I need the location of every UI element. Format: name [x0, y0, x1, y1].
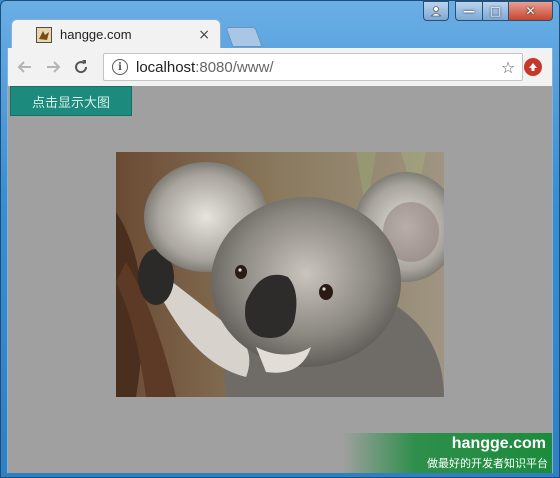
tab-hangge[interactable]: hangge.com × [11, 19, 221, 49]
arrow-right-icon [47, 61, 61, 73]
site-info-icon[interactable]: i [112, 59, 128, 75]
maximize-button[interactable]: □ [483, 1, 509, 21]
address-bar[interactable]: i localhost:8080/www/ ☆ [103, 53, 523, 81]
window-controls: — □ ✕ [423, 1, 553, 21]
koala-image [116, 152, 444, 397]
bookmark-star-icon[interactable]: ☆ [498, 58, 518, 77]
close-icon: ✕ [525, 4, 536, 18]
url-host: localhost [136, 58, 196, 76]
reload-button[interactable] [70, 56, 92, 78]
minimize-icon: — [463, 4, 475, 18]
site-watermark: hangge.com 做最好的开发者知识平台 [342, 433, 552, 473]
page-viewport: 点击显示大图 hangge.com 做最好的开发者知识平台 [7, 86, 553, 473]
show-large-image-button[interactable]: 点击显示大图 [10, 86, 132, 116]
tab-title: hangge.com [60, 27, 132, 42]
minimize-button[interactable]: — [455, 1, 483, 21]
browser-toolbar: i localhost:8080/www/ ☆ [7, 48, 553, 86]
browser-window: hangge.com × — □ ✕ i localhost:8080/www/… [0, 0, 560, 478]
watermark-subtitle: 做最好的开发者知识平台 [427, 457, 548, 470]
reload-icon [75, 60, 88, 74]
watermark-title: hangge.com [451, 435, 546, 452]
tab-close-icon[interactable]: × [198, 27, 210, 43]
arrow-left-icon [17, 61, 31, 73]
back-button[interactable] [14, 56, 36, 78]
close-window-button[interactable]: ✕ [509, 1, 553, 21]
new-tab-button[interactable] [225, 27, 263, 47]
user-icon [430, 6, 442, 17]
user-profile-button[interactable] [423, 1, 449, 21]
maximize-icon: □ [489, 4, 502, 18]
site-favicon-icon [36, 26, 52, 43]
url-text[interactable]: localhost:8080/www/ [136, 59, 498, 76]
extension-button[interactable] [524, 58, 542, 76]
koala-photo[interactable] [116, 152, 444, 397]
upload-arrow-icon [529, 63, 537, 71]
forward-button[interactable] [42, 56, 64, 78]
tab-strip: hangge.com × [7, 17, 427, 49]
url-path: :8080/www/ [195, 58, 274, 76]
